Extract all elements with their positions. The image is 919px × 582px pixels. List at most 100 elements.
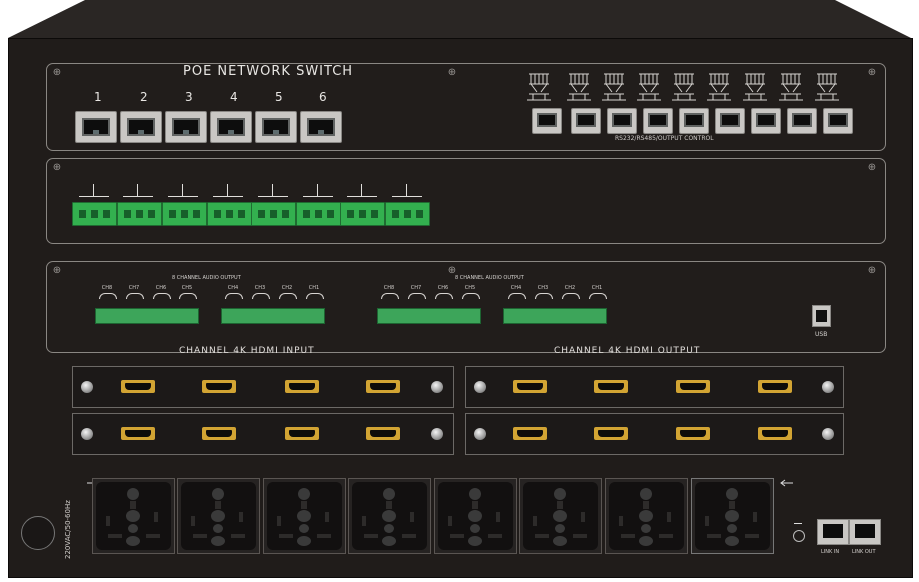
hdmi-output-port[interactable] — [594, 427, 628, 440]
hdmi-input-port[interactable] — [366, 427, 400, 440]
control-port-7[interactable] — [751, 108, 781, 134]
screw-icon: ⊕ — [52, 162, 62, 173]
green-terminal-6[interactable] — [296, 202, 341, 226]
power-socket-7[interactable] — [605, 478, 688, 554]
control-port-6[interactable] — [715, 108, 745, 134]
hdmi-output-port[interactable] — [676, 380, 710, 393]
rj45-port-5[interactable] — [255, 111, 297, 143]
socket-hole-icon — [191, 516, 195, 526]
port-number: 2 — [140, 90, 148, 104]
power-socket-8[interactable] — [691, 478, 774, 554]
fuse-holder[interactable] — [793, 530, 805, 542]
socket-hole-icon — [127, 488, 139, 500]
socket-hole-icon — [468, 536, 482, 546]
control-port-4[interactable] — [643, 108, 673, 134]
channel-arc-icon — [179, 293, 197, 299]
audio-terminal[interactable] — [503, 308, 607, 324]
port-number: 5 — [275, 90, 283, 104]
link-in-port[interactable] — [817, 519, 849, 545]
green-terminal-3[interactable] — [162, 202, 207, 226]
usb-port[interactable] — [812, 305, 831, 327]
socket-hole-icon — [639, 510, 653, 522]
rj45-port-4[interactable] — [210, 111, 252, 143]
green-terminal-5[interactable] — [251, 202, 296, 226]
power-socket-5[interactable] — [434, 478, 517, 554]
socket-hole-icon — [211, 536, 225, 546]
control-port-2[interactable] — [571, 108, 601, 134]
hdmi-input-port[interactable] — [121, 380, 155, 393]
green-terminal-8[interactable] — [385, 202, 430, 226]
socket-face — [523, 482, 598, 550]
socket-hole-icon — [553, 536, 567, 546]
hdmi-output-port[interactable] — [513, 380, 547, 393]
socket-hole-icon — [231, 534, 245, 538]
power-socket-3[interactable] — [263, 478, 346, 554]
socket-hole-icon — [667, 512, 671, 522]
channel-label: CH1 — [591, 285, 603, 291]
channel-arc-icon — [306, 293, 324, 299]
control-port-3[interactable] — [607, 108, 637, 134]
socket-hole-icon — [472, 501, 478, 509]
power-switch[interactable] — [21, 516, 55, 550]
channel-arc-icon — [153, 293, 171, 299]
socket-hole-icon — [640, 488, 652, 500]
screw-icon: ⊕ — [52, 265, 62, 276]
hdmi-output-port[interactable] — [513, 427, 547, 440]
socket-hole-icon — [193, 534, 207, 538]
link-out-port[interactable] — [849, 519, 881, 545]
power-socket-4[interactable] — [348, 478, 431, 554]
rj45-port-6[interactable] — [300, 111, 342, 143]
socket-hole-icon — [386, 501, 392, 509]
link-out-label: LINK OUT — [852, 549, 876, 555]
socket-hole-icon — [470, 524, 480, 533]
hdmi-output-port[interactable] — [758, 380, 792, 393]
rj45-port-3[interactable] — [165, 111, 207, 143]
power-socket-6[interactable] — [519, 478, 602, 554]
link-out-port-hole — [855, 524, 875, 538]
hdmi-output-port[interactable] — [758, 427, 792, 440]
socket-hole-icon — [130, 501, 136, 509]
control-port-8[interactable] — [787, 108, 817, 134]
thumb-screw-icon — [474, 428, 486, 440]
socket-hole-icon — [621, 534, 635, 538]
rj45-port-2[interactable] — [120, 111, 162, 143]
socket-hole-icon — [745, 534, 759, 538]
hdmi-input-port[interactable] — [366, 380, 400, 393]
hdmi-input-port[interactable] — [285, 380, 319, 393]
green-terminal-2[interactable] — [117, 202, 162, 226]
thumb-screw-icon — [431, 428, 443, 440]
circuit-symbols-icon — [527, 73, 840, 101]
link-in-port-hole — [823, 524, 843, 538]
audio-terminal[interactable] — [95, 308, 199, 324]
hdmi-input-port[interactable] — [202, 380, 236, 393]
audio-hdmi-panel: ⊕ ⊕ ⊕ 8 CHANNEL AUDIO OUTPUT 8 CHANNEL A… — [46, 261, 886, 353]
control-port-9[interactable] — [823, 108, 853, 134]
socket-hole-icon — [641, 524, 651, 533]
hdmi-input-port[interactable] — [121, 427, 155, 440]
hdmi-input-port[interactable] — [285, 427, 319, 440]
hdmi-output-port[interactable] — [594, 380, 628, 393]
power-socket-2[interactable] — [177, 478, 260, 554]
control-port-1[interactable] — [532, 108, 562, 134]
control-port-5[interactable] — [679, 108, 709, 134]
socket-hole-icon — [573, 534, 587, 538]
audio-terminal[interactable] — [377, 308, 481, 324]
green-terminal-1[interactable] — [72, 202, 117, 226]
hdmi-input-card-2 — [72, 413, 454, 455]
socket-face — [438, 482, 513, 550]
screw-icon: ⊕ — [52, 67, 62, 78]
channel-arc-icon — [435, 293, 453, 299]
audio-terminal[interactable] — [221, 308, 325, 324]
socket-face — [96, 482, 171, 550]
green-terminal-7[interactable] — [340, 202, 385, 226]
socket-hole-icon — [639, 536, 653, 546]
port-number: 1 — [94, 90, 102, 104]
channel-arc-icon — [508, 293, 526, 299]
hdmi-output-port[interactable] — [676, 427, 710, 440]
green-terminal-4[interactable] — [207, 202, 252, 226]
channel-arc-icon — [589, 293, 607, 299]
rj45-port-1[interactable] — [75, 111, 117, 143]
hdmi-input-port[interactable] — [202, 427, 236, 440]
power-socket-1[interactable] — [92, 478, 175, 554]
channel-arc-icon — [252, 293, 270, 299]
